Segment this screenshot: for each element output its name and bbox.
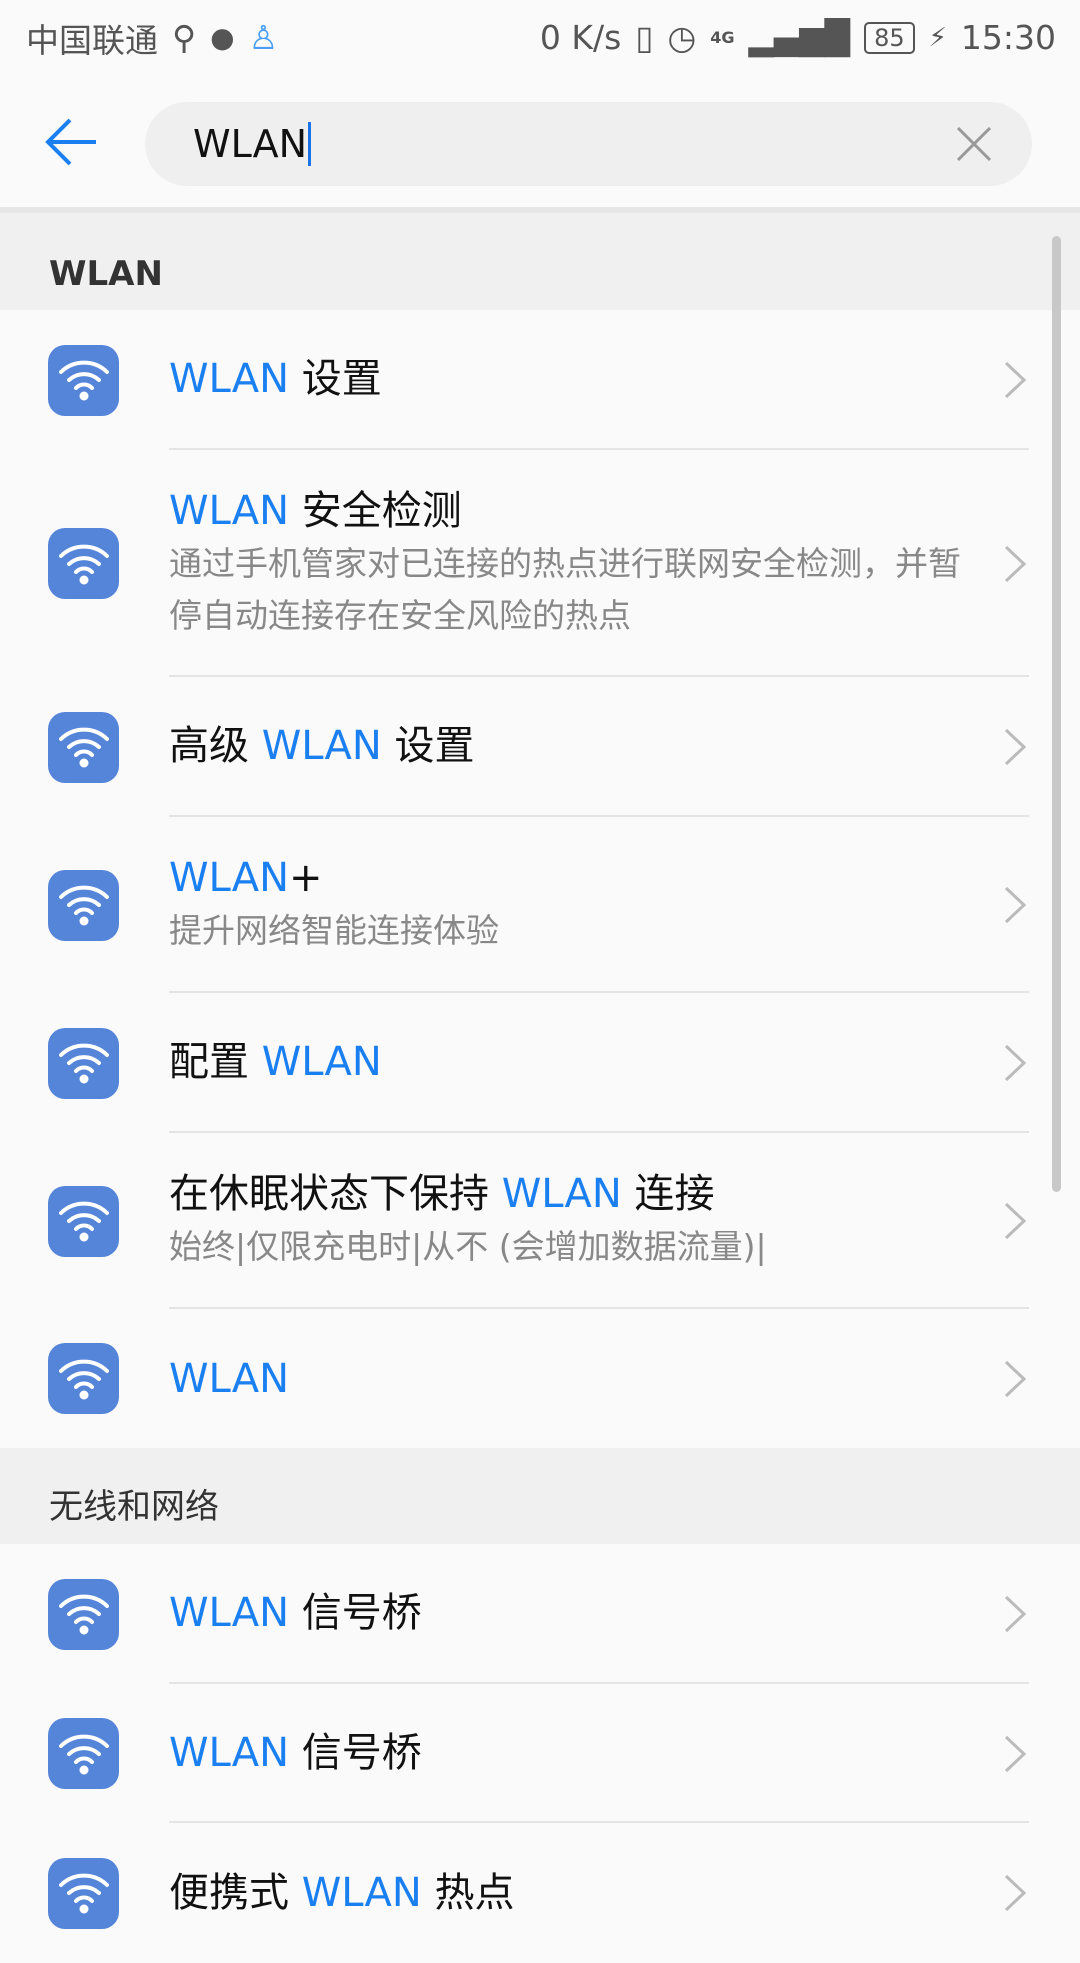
result-subtitle: 始终|仅限充电时|从不 (会增加数据流量)| <box>169 1227 767 1266</box>
title-suffix: 连接 <box>621 1171 715 1217</box>
result-title: 便携式 WLAN 热点 <box>169 1866 1029 1920</box>
result-item[interactable]: WLAN+ 提升网络智能连接体验 <box>0 817 1080 993</box>
text-cursor <box>308 122 312 166</box>
result-text: 便携式 WLAN 热点 <box>169 1823 1029 1963</box>
title-suffix: 热点 <box>421 1870 515 1916</box>
title-suffix: 安全检测 <box>289 487 462 534</box>
title-prefix: 高级 <box>169 723 262 769</box>
wifi-icon <box>48 1718 119 1789</box>
title-highlight: WLAN <box>169 855 290 901</box>
result-text: WLAN 信号桥 <box>169 1684 1029 1823</box>
result-text: WLAN+ 提升网络智能连接体验 <box>169 817 1029 993</box>
wifi-icon <box>48 711 119 783</box>
result-item[interactable]: 高级 WLAN 设置 <box>0 677 1080 817</box>
result-item[interactable]: WLAN 信号桥 <box>0 1544 1080 1684</box>
title-highlight: WLAN <box>301 1870 422 1916</box>
wifi-icon <box>48 344 119 416</box>
result-text: 配置 WLAN <box>169 993 1029 1133</box>
clear-icon[interactable] <box>956 126 992 162</box>
clock: 15:30 <box>960 18 1056 57</box>
chevron-right-icon <box>1002 1201 1028 1241</box>
result-text: WLAN 安全检测 通过手机管家对已连接的热点进行联网安全检测，并暂停自动连接存在… <box>169 450 1029 677</box>
title-highlight: WLAN <box>261 1039 382 1085</box>
title-highlight: WLAN <box>501 1171 622 1217</box>
wifi-icon <box>48 528 119 599</box>
title-prefix: 配置 <box>169 1039 262 1085</box>
chevron-right-icon <box>1002 1043 1028 1083</box>
chevron-right-icon <box>1002 1594 1028 1634</box>
result-title: WLAN+ <box>169 851 1029 905</box>
network-type: 4G <box>710 28 735 47</box>
section-header: 无线和网络 <box>0 1448 1080 1544</box>
chevron-right-icon <box>1002 1873 1028 1913</box>
result-text: WLAN 信号桥 <box>169 1544 1029 1684</box>
result-text: 在休眠状态下保持 WLAN 连接始终|仅限充电时|从不 (会增加数据流量)| <box>169 1133 1029 1309</box>
vibrate-icon: ▯ <box>635 18 654 57</box>
wifi-icon <box>48 1343 119 1414</box>
result-title: WLAN 安全检测 <box>169 484 1029 538</box>
result-item[interactable]: WLAN 安全检测 通过手机管家对已连接的热点进行联网安全检测，并暂停自动连接存在… <box>0 450 1080 677</box>
status-bar: 中国联通 ⚲ ● ♙ 0 K/s ▯ ◷ 4G ▂▄▆█ 85 ⚡ 15:30 <box>0 0 1080 75</box>
title-suffix: 信号桥 <box>289 1729 422 1776</box>
result-title: 配置 WLAN <box>169 1035 1029 1089</box>
title-suffix: 信号桥 <box>289 1590 422 1636</box>
wifi-icon <box>48 1185 119 1257</box>
alarm-icon: ◷ <box>667 18 697 57</box>
wechat-icon: ● <box>210 21 235 54</box>
result-title: 在休眠状态下保持 WLAN 连接 <box>169 1167 1029 1221</box>
chevron-right-icon <box>1002 727 1028 767</box>
search-header: WLAN <box>0 75 1080 213</box>
chevron-right-icon <box>1002 885 1028 925</box>
title-highlight: WLAN <box>261 723 382 769</box>
title-highlight: WLAN <box>169 487 290 534</box>
qq-icon: ♙ <box>248 18 279 57</box>
chevron-right-icon <box>1002 544 1028 584</box>
title-highlight: WLAN <box>169 1729 290 1776</box>
charging-icon: ⚡ <box>928 22 947 53</box>
carrier-label: 中国联通 <box>26 20 158 60</box>
title-highlight: WLAN <box>169 1355 290 1402</box>
back-arrow-icon[interactable] <box>40 111 102 173</box>
result-title: WLAN 设置 <box>169 352 1029 406</box>
result-title: 高级 WLAN 设置 <box>169 719 1029 773</box>
wifi-icon <box>48 869 119 941</box>
section-header: WLAN <box>0 213 1080 310</box>
chevron-right-icon <box>1002 1359 1028 1399</box>
result-item[interactable]: 便携式 WLAN 热点 <box>0 1823 1080 1963</box>
result-item[interactable]: WLAN 设置 <box>0 310 1080 450</box>
usb-icon: ⚲ <box>172 18 197 57</box>
signal-icon: ▂▄▆█ <box>748 18 851 57</box>
result-subtitle: 通过手机管家对已连接的热点进行联网安全检测，并暂停自动连接存在安全风险的热点 <box>169 543 961 635</box>
search-input[interactable]: WLAN <box>145 102 1032 186</box>
title-suffix: 设置 <box>381 723 475 769</box>
title-prefix: 在休眠状态下保持 <box>169 1171 502 1217</box>
result-item[interactable]: 在休眠状态下保持 WLAN 连接始终|仅限充电时|从不 (会增加数据流量)| <box>0 1133 1080 1309</box>
result-text: WLAN 设置 <box>169 310 1029 450</box>
title-highlight: WLAN <box>169 356 290 402</box>
result-item[interactable]: WLAN <box>0 1309 1080 1448</box>
title-highlight: WLAN <box>169 1590 290 1636</box>
wifi-icon <box>48 1857 119 1929</box>
search-text: WLAN <box>193 122 308 166</box>
title-suffix: 设置 <box>289 356 382 402</box>
result-item[interactable]: WLAN 信号桥 <box>0 1684 1080 1823</box>
result-item[interactable]: 配置 WLAN <box>0 993 1080 1133</box>
result-text: WLAN <box>169 1309 1029 1448</box>
results-list: WLAN WLAN 设置 WLAN 安全检测 通过手机管家对已连接的热点进行联网安全检… <box>0 213 1080 1963</box>
result-text: 高级 WLAN 设置 <box>169 677 1029 817</box>
result-title: WLAN <box>169 1352 1029 1406</box>
wifi-icon <box>48 1027 119 1099</box>
result-title: WLAN 信号桥 <box>169 1586 1029 1640</box>
chevron-right-icon <box>1002 1734 1028 1774</box>
scrollbar[interactable] <box>1052 236 1061 1192</box>
title-suffix: + <box>289 855 323 901</box>
wifi-icon <box>48 1578 119 1650</box>
title-prefix: 便携式 <box>169 1870 302 1916</box>
chevron-right-icon <box>1002 360 1028 400</box>
battery-level: 85 <box>864 21 915 54</box>
result-subtitle: 提升网络智能连接体验 <box>169 911 499 950</box>
network-speed: 0 K/s <box>539 18 622 57</box>
result-title: WLAN 信号桥 <box>169 1726 1029 1780</box>
